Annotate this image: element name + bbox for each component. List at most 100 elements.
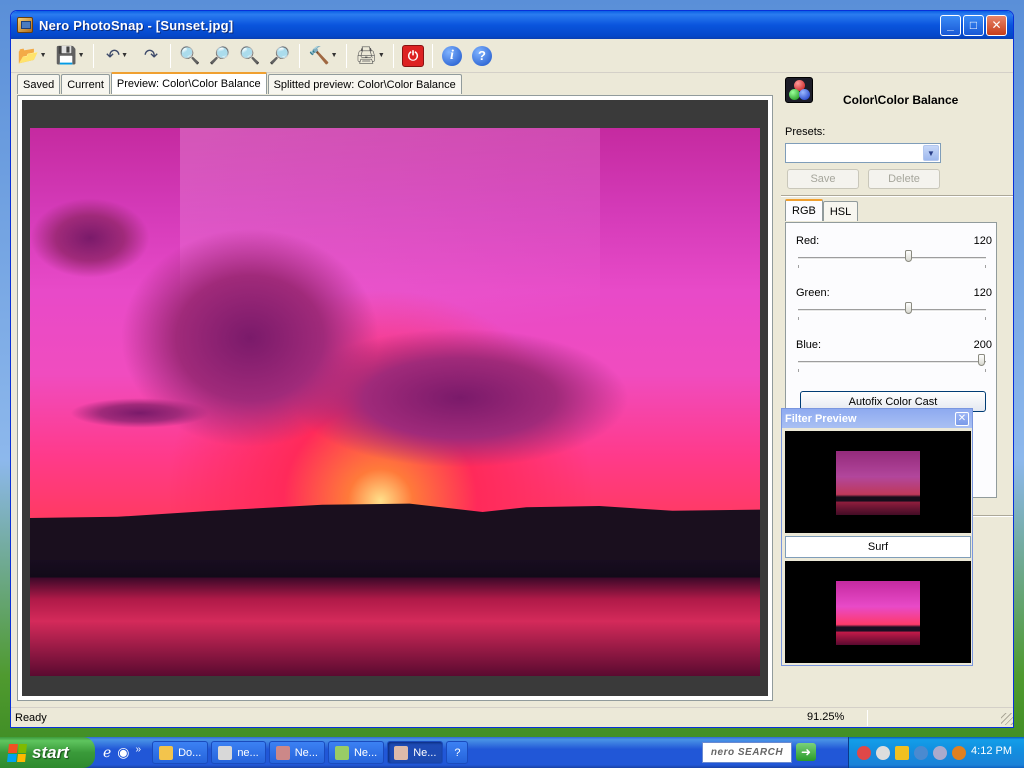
info-icon: i bbox=[442, 45, 462, 66]
power-icon: ⏻ bbox=[402, 44, 424, 67]
help-task-button[interactable]: ? bbox=[446, 741, 469, 764]
help-button[interactable]: ? bbox=[469, 43, 495, 69]
quick-launch: ℯ ◉ » bbox=[95, 744, 149, 761]
open-icon[interactable]: 📂 ▼ bbox=[15, 43, 49, 69]
status-bar: Ready 91.25% bbox=[11, 707, 1013, 727]
view-tabs: Saved Current Preview: Color\Color Balan… bbox=[17, 72, 462, 94]
filter-thumbnail[interactable] bbox=[785, 431, 971, 533]
chevron-right-icon[interactable]: » bbox=[136, 744, 142, 761]
presets-dropdown[interactable]: ▼ bbox=[785, 143, 941, 163]
tab-rgb[interactable]: RGB bbox=[785, 199, 823, 221]
exit-button[interactable]: ⏻ bbox=[400, 43, 426, 69]
close-button[interactable]: ✕ bbox=[986, 14, 1007, 36]
hills-silhouette bbox=[30, 503, 760, 560]
speaker-icon[interactable] bbox=[933, 745, 947, 760]
redo-icon[interactable]: ↷ bbox=[138, 43, 164, 69]
red-slider-thumb[interactable] bbox=[905, 250, 913, 262]
filter-preview-window: Filter Preview ✕ Surf bbox=[781, 408, 973, 666]
status-text: Ready bbox=[15, 711, 47, 724]
toolbar-separator bbox=[346, 43, 347, 68]
red-label: Red: bbox=[796, 235, 820, 247]
save-icon[interactable]: 💾 ▼ bbox=[53, 43, 87, 69]
toolbar-separator bbox=[432, 43, 433, 68]
tab-saved[interactable]: Saved bbox=[17, 74, 61, 94]
task-button[interactable]: Ne... bbox=[327, 741, 385, 764]
sunset-photo[interactable] bbox=[30, 128, 760, 676]
print-icon[interactable]: 🖨 ▼ bbox=[353, 43, 387, 69]
app-icon bbox=[275, 745, 290, 760]
toolbar: 📂 ▼ 💾 ▼ ↶ ▼ ↷ 🔍 🔎 🔍 🔎 🔨 ▼ 🖨 ▼ ⏻ i ? bbox=[11, 39, 1013, 73]
window-title: Nero PhotoSnap - [Sunset.jpg] bbox=[39, 17, 234, 33]
maximize-button[interactable]: □ bbox=[963, 14, 984, 36]
filter-title: Color\Color Balance bbox=[843, 93, 959, 107]
toolbar-separator bbox=[299, 43, 300, 68]
tray-icon[interactable] bbox=[914, 745, 928, 760]
search-icon[interactable] bbox=[952, 745, 966, 760]
canvas-frame bbox=[17, 95, 773, 701]
zoom-100-icon[interactable]: 🔍 bbox=[237, 43, 263, 69]
task-button[interactable]: ne... bbox=[211, 741, 266, 764]
tab-splitted-preview[interactable]: Splitted preview: Color\Color Balance bbox=[267, 74, 462, 94]
blue-slider-track[interactable] bbox=[798, 361, 986, 364]
red-value: 120 bbox=[973, 235, 992, 247]
taskbar: start ℯ ◉ » Do... ne... Ne... Ne... Ne..… bbox=[0, 737, 1024, 768]
folder-icon bbox=[159, 745, 174, 760]
green-label: Green: bbox=[796, 287, 830, 299]
tray-icon[interactable] bbox=[876, 745, 890, 760]
blue-slider-thumb[interactable] bbox=[978, 354, 985, 366]
cloud bbox=[70, 398, 210, 428]
delete-preset-button[interactable]: Delete bbox=[868, 169, 940, 189]
zoom-in-icon[interactable]: 🔎 bbox=[207, 43, 233, 69]
app-icon bbox=[394, 745, 409, 760]
title-bar[interactable]: Nero PhotoSnap - [Sunset.jpg] _ □ ✕ bbox=[11, 11, 1013, 39]
media-icon[interactable]: ◉ bbox=[117, 744, 129, 761]
filter-name[interactable]: Surf bbox=[785, 536, 971, 558]
task-button[interactable]: Ne... bbox=[387, 741, 444, 764]
filter-thumbnail[interactable] bbox=[785, 561, 971, 663]
toolbar-separator bbox=[93, 43, 94, 68]
save-preset-button[interactable]: Save bbox=[787, 169, 859, 189]
cloud bbox=[290, 328, 630, 468]
help-icon: ? bbox=[454, 746, 461, 759]
task-button[interactable]: Do... bbox=[152, 741, 209, 764]
blue-value: 200 bbox=[973, 339, 992, 351]
undo-icon[interactable]: ↶ ▼ bbox=[100, 43, 134, 69]
green-value: 120 bbox=[973, 287, 992, 299]
app-icon bbox=[218, 745, 233, 760]
tab-current[interactable]: Current bbox=[61, 74, 110, 94]
filter-preview-title: Filter Preview bbox=[785, 412, 857, 425]
ie-icon[interactable]: ℯ bbox=[103, 744, 111, 761]
close-icon[interactable]: ✕ bbox=[955, 411, 969, 426]
tools-icon[interactable]: 🔨 ▼ bbox=[306, 43, 340, 69]
windows-logo-icon bbox=[7, 743, 27, 762]
tab-preview[interactable]: Preview: Color\Color Balance bbox=[110, 72, 267, 94]
image-canvas[interactable] bbox=[22, 100, 768, 696]
zoom-fit-icon[interactable]: 🔍 bbox=[177, 43, 203, 69]
app-icon[interactable] bbox=[17, 17, 33, 33]
task-button[interactable]: Ne... bbox=[268, 741, 325, 764]
divider bbox=[781, 195, 1013, 197]
nero-search-box[interactable]: nero SEARCH bbox=[702, 742, 792, 763]
start-button[interactable]: start bbox=[0, 737, 95, 768]
toolbar-separator bbox=[393, 43, 394, 68]
filter-preview-titlebar[interactable]: Filter Preview ✕ bbox=[782, 409, 972, 428]
resize-grip[interactable] bbox=[1001, 713, 1013, 725]
shield-icon[interactable] bbox=[895, 745, 909, 760]
zoom-level: 91.25% bbox=[807, 711, 845, 723]
zoom-out-icon[interactable]: 🔎 bbox=[267, 43, 293, 69]
start-label: start bbox=[32, 742, 69, 762]
chevron-down-icon[interactable]: ▼ bbox=[923, 145, 939, 161]
presets-label: Presets: bbox=[785, 126, 826, 138]
green-slider-thumb[interactable] bbox=[905, 302, 913, 314]
app-icon bbox=[334, 745, 349, 760]
minimize-button[interactable]: _ bbox=[940, 14, 961, 36]
help-icon: ? bbox=[472, 45, 492, 66]
tab-hsl[interactable]: HSL bbox=[822, 201, 859, 221]
tray-icon[interactable] bbox=[857, 745, 871, 760]
red-slider-track[interactable] bbox=[798, 257, 986, 260]
info-button[interactable]: i bbox=[439, 43, 465, 69]
cloud bbox=[30, 198, 150, 278]
green-slider-track[interactable] bbox=[798, 309, 986, 312]
clock: 4:12 PM bbox=[971, 745, 1012, 757]
go-icon[interactable]: ➜ bbox=[796, 743, 816, 761]
